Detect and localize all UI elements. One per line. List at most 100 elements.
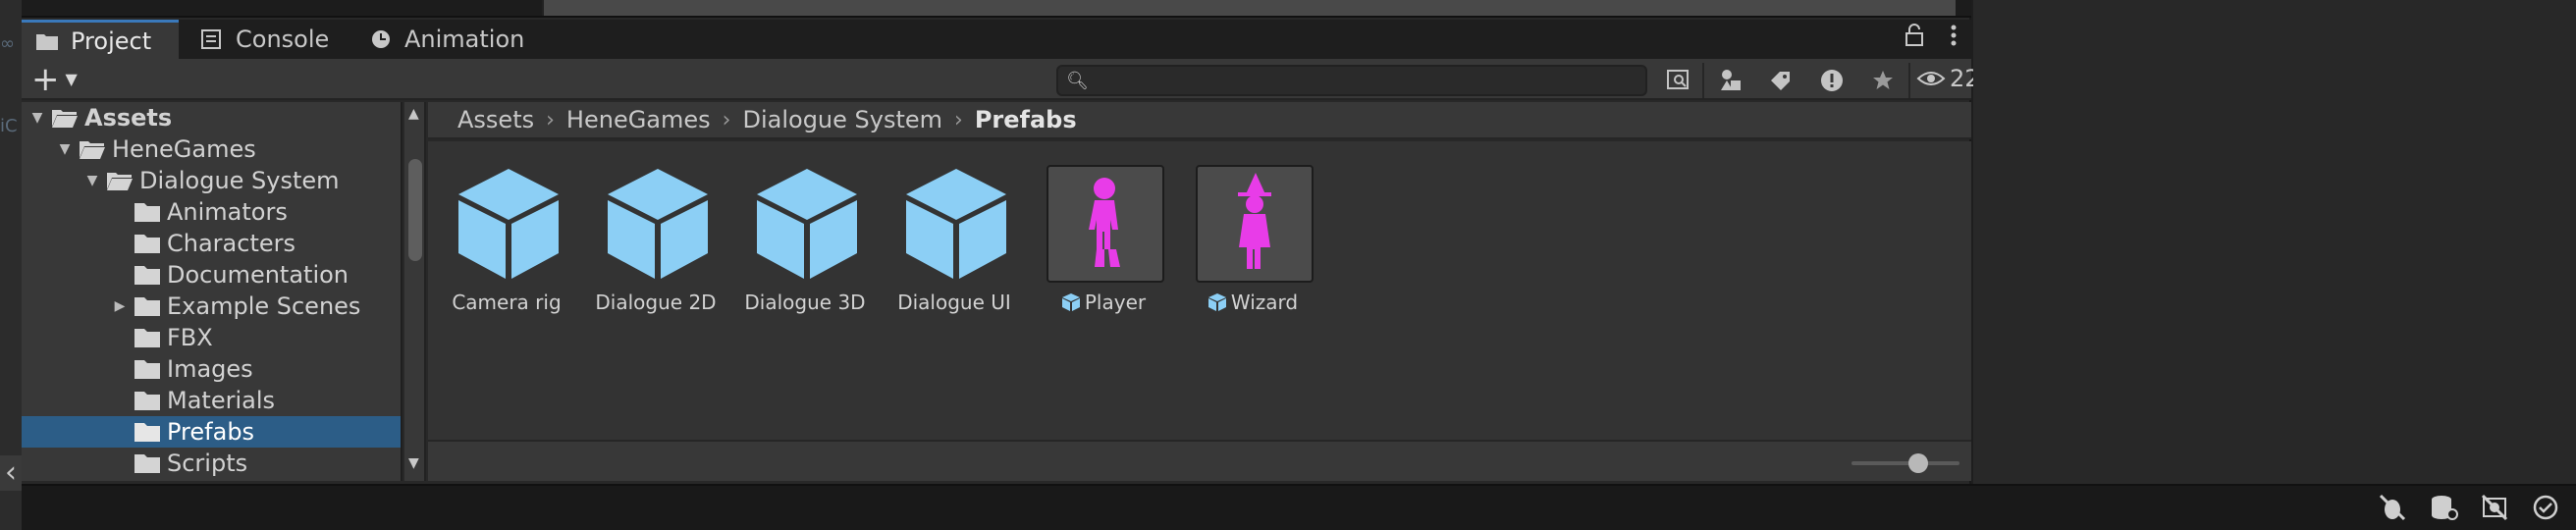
tree-item-prefabs[interactable]: Prefabs — [22, 416, 401, 448]
thumbnail-size-slider[interactable] — [1852, 461, 1959, 465]
asset-item-dialogue-3d[interactable]: Dialogue 3D — [726, 165, 866, 322]
tab-label: Console — [236, 26, 330, 53]
eye-icon — [1916, 72, 1946, 85]
prefab-small-icon — [1061, 293, 1080, 311]
edge-fragment-text: iC — [0, 116, 18, 136]
cache-database-icon[interactable] — [2427, 490, 2460, 525]
tree-item-label: Animators — [167, 198, 288, 226]
tree-item-label: HeneGames — [112, 135, 256, 163]
folder-icon — [134, 295, 161, 317]
chevron-right-icon: › — [954, 107, 963, 132]
hidden-packages-toggle[interactable]: 22 — [1916, 65, 1980, 92]
open-folder-icon — [79, 138, 106, 160]
clock-icon — [372, 30, 390, 48]
tree-item-images[interactable]: Images — [22, 353, 401, 385]
expand-arrow-icon[interactable]: ▼ — [82, 173, 102, 188]
prefab-cube-icon — [897, 165, 1015, 283]
breadcrumb-item[interactable]: Dialogue System — [742, 106, 942, 133]
folder-icon — [134, 390, 161, 411]
expand-arrow-icon[interactable]: ▶ — [110, 298, 130, 314]
project-toolbar: + ▼ 🔍︎ 22 — [22, 59, 1980, 100]
auto-generate-lighting-icon[interactable] — [2478, 490, 2511, 525]
chevron-right-icon: › — [722, 107, 731, 132]
expand-arrow-icon[interactable]: ▼ — [55, 141, 75, 157]
filter-by-type-icon[interactable] — [1710, 65, 1753, 96]
check-circle-icon[interactable] — [2529, 490, 2562, 525]
asset-name: Wizard — [1230, 291, 1299, 314]
tree-item-henegames[interactable]: ▼ HeneGames — [22, 133, 401, 165]
folder-icon — [134, 358, 161, 380]
kebab-menu-icon[interactable] — [1950, 24, 1958, 47]
folder-icon — [36, 33, 58, 50]
asset-name-row: Wizard — [1164, 291, 1341, 314]
tree-item-materials[interactable]: Materials — [22, 385, 401, 416]
tree-item-label: Example Scenes — [167, 292, 361, 320]
tree-item-label: Assets — [84, 104, 173, 132]
breadcrumb-item[interactable]: HeneGames — [566, 106, 711, 133]
create-asset-button[interactable]: + ▼ — [31, 63, 78, 96]
tab-label: Animation — [404, 26, 525, 53]
project-window: Project Console Animation + ▼ 🔍︎ 22 ▼ As… — [22, 0, 1980, 484]
asset-item-dialogue-ui[interactable]: Dialogue UI — [876, 165, 1013, 322]
inspector-area — [1973, 0, 2576, 484]
folder-tree: ▼ Assets ▼ HeneGames ▼ Dialogue System A… — [22, 102, 402, 481]
tree-item-characters[interactable]: Characters — [22, 228, 401, 259]
tree-item-label: Prefabs — [167, 418, 255, 446]
filter-by-label-icon[interactable] — [1759, 65, 1802, 96]
tree-item-dialogue-system[interactable]: ▼ Dialogue System — [22, 165, 401, 196]
tree-item-example-scenes[interactable]: ▶ Example Scenes — [22, 291, 401, 322]
tab-project[interactable]: Project — [22, 20, 179, 59]
breadcrumb-current[interactable]: Prefabs — [975, 106, 1077, 133]
lock-icon[interactable] — [1905, 24, 1924, 47]
prefab-small-icon — [1208, 293, 1226, 311]
asset-item-player[interactable]: Player — [1025, 165, 1164, 322]
tree-item-label: Documentation — [167, 261, 349, 289]
prefab-cube-icon — [599, 165, 717, 283]
asset-grid: Camera rig Dialogue 2D Dialogue 3D Dialo… — [428, 141, 1971, 440]
asset-item-camera-rig[interactable]: Camera rig — [428, 165, 565, 322]
asset-footer — [428, 440, 1971, 481]
search-mode-icon[interactable] — [1657, 65, 1700, 96]
asset-name: Player — [1084, 291, 1147, 314]
slider-handle[interactable] — [1908, 453, 1928, 473]
debug-bug-icon[interactable] — [2376, 490, 2409, 525]
tree-item-label: Materials — [167, 387, 276, 414]
tree-item-assets[interactable]: ▼ Assets — [22, 102, 401, 133]
tree-item-label: Scripts — [167, 450, 248, 477]
folder-icon — [134, 233, 161, 254]
chevron-down-icon: ▼ — [65, 70, 78, 88]
folder-icon — [134, 452, 161, 474]
collapse-arrow-icon[interactable]: ‹ — [0, 455, 22, 491]
folder-icon — [134, 421, 161, 443]
character-silhouette-icon — [1046, 165, 1164, 283]
tree-item-animators[interactable]: Animators — [22, 196, 401, 228]
tab-bar: Project Console Animation — [22, 20, 1971, 59]
tab-animation[interactable]: Animation — [355, 20, 538, 59]
folder-icon — [134, 201, 161, 223]
status-bar — [22, 484, 2576, 530]
asset-item-wizard[interactable]: Wizard — [1174, 165, 1314, 322]
open-folder-icon — [51, 107, 79, 129]
left-editor-edge: ∞ iC ‹ — [0, 0, 22, 530]
expand-arrow-icon[interactable]: ▼ — [27, 110, 47, 126]
breadcrumb: Assets › HeneGames › Dialogue System › P… — [428, 102, 1971, 139]
breadcrumb-item[interactable]: Assets — [457, 106, 534, 133]
tree-item-scripts[interactable]: Scripts — [22, 448, 401, 479]
warning-filter-icon[interactable] — [1810, 65, 1853, 96]
tree-item-fbx[interactable]: FBX — [22, 322, 401, 353]
scroll-down-arrow-icon[interactable]: ▼ — [408, 455, 419, 471]
plus-icon: + — [31, 60, 60, 99]
asset-item-dialogue-2d[interactable]: Dialogue 2D — [577, 165, 717, 322]
prefab-cube-icon — [450, 165, 567, 283]
tab-console[interactable]: Console — [187, 20, 343, 59]
scene-view-edge — [22, 0, 1971, 18]
tree-item-documentation[interactable]: Documentation — [22, 259, 401, 291]
prefab-cube-icon — [748, 165, 866, 283]
scrollbar-thumb[interactable] — [408, 159, 422, 261]
search-field[interactable]: 🔍︎ — [1056, 65, 1647, 96]
open-folder-icon — [106, 170, 134, 191]
favorites-star-icon[interactable] — [1861, 65, 1905, 96]
wizard-silhouette-icon — [1196, 165, 1314, 283]
scroll-up-arrow-icon[interactable]: ▲ — [408, 106, 419, 122]
tree-item-label: Characters — [167, 230, 295, 257]
